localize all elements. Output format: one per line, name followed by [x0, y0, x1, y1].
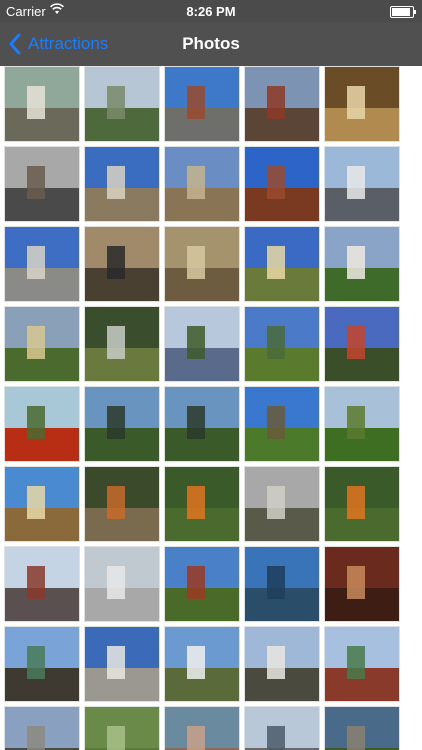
photo-thumbnail[interactable] [164, 626, 240, 702]
photo-thumbnail[interactable] [164, 386, 240, 462]
photo-thumbnail[interactable] [4, 466, 80, 542]
photo-thumbnail[interactable] [244, 626, 320, 702]
thumbnail-subject [27, 645, 45, 679]
thumbnail-subject [347, 85, 365, 119]
photo-thumbnail[interactable] [324, 66, 400, 142]
photo-thumbnail[interactable] [324, 466, 400, 542]
photo-thumbnail[interactable] [324, 386, 400, 462]
thumbnail-subject [347, 485, 365, 519]
thumbnail-subject [27, 565, 45, 599]
photo-thumbnail[interactable] [4, 66, 80, 142]
thumbnail-subject [107, 245, 125, 279]
thumbnail-subject [347, 725, 365, 750]
photo-thumbnail[interactable] [84, 706, 160, 750]
thumbnail-subject [267, 165, 285, 199]
thumbnail-subject [27, 165, 45, 199]
photo-thumbnail[interactable] [324, 546, 400, 622]
photo-thumbnail[interactable] [244, 66, 320, 142]
photo-thumbnail[interactable] [244, 386, 320, 462]
photo-grid [4, 66, 404, 750]
thumbnail-subject [347, 565, 365, 599]
navigation-bar: Attractions Photos [0, 22, 422, 66]
photo-thumbnail[interactable] [164, 466, 240, 542]
back-button-label: Attractions [28, 34, 109, 53]
thumbnail-subject [107, 725, 125, 750]
photo-thumbnail[interactable] [84, 466, 160, 542]
photo-thumbnail[interactable] [4, 626, 80, 702]
thumbnail-subject [107, 645, 125, 679]
photo-thumbnail[interactable] [324, 306, 400, 382]
thumbnail-subject [347, 245, 365, 279]
thumbnail-subject [107, 565, 125, 599]
photo-thumbnail[interactable] [84, 66, 160, 142]
thumbnail-subject [267, 565, 285, 599]
photo-thumbnail[interactable] [164, 546, 240, 622]
thumbnail-subject [267, 725, 285, 750]
photo-thumbnail[interactable] [164, 226, 240, 302]
photo-thumbnail[interactable] [84, 546, 160, 622]
status-bar: Carrier 8:26 PM [0, 0, 422, 22]
thumbnail-subject [187, 85, 205, 119]
thumbnail-subject [187, 485, 205, 519]
photo-thumbnail[interactable] [244, 466, 320, 542]
thumbnail-subject [347, 165, 365, 199]
photo-thumbnail[interactable] [84, 306, 160, 382]
thumbnail-subject [347, 645, 365, 679]
thumbnail-subject [27, 405, 45, 439]
photo-thumbnail[interactable] [164, 306, 240, 382]
photo-thumbnail[interactable] [164, 706, 240, 750]
battery-icon [390, 6, 416, 18]
photo-thumbnail[interactable] [244, 226, 320, 302]
photo-thumbnail[interactable] [84, 226, 160, 302]
photo-thumbnail[interactable] [244, 706, 320, 750]
photo-thumbnail[interactable] [324, 626, 400, 702]
thumbnail-subject [267, 325, 285, 359]
thumbnail-subject [187, 725, 205, 750]
thumbnail-subject [107, 165, 125, 199]
thumbnail-subject [107, 85, 125, 119]
photo-thumbnail[interactable] [4, 546, 80, 622]
thumbnail-subject [347, 325, 365, 359]
photo-thumbnail[interactable] [244, 306, 320, 382]
photo-thumbnail[interactable] [4, 306, 80, 382]
photo-thumbnail[interactable] [244, 146, 320, 222]
photo-thumbnail[interactable] [324, 706, 400, 750]
back-button[interactable]: Attractions [8, 22, 108, 66]
thumbnail-subject [107, 405, 125, 439]
thumbnail-subject [187, 245, 205, 279]
thumbnail-subject [27, 485, 45, 519]
thumbnail-subject [347, 405, 365, 439]
photo-thumbnail[interactable] [4, 226, 80, 302]
thumbnail-subject [267, 485, 285, 519]
thumbnail-subject [187, 165, 205, 199]
photo-thumbnail[interactable] [4, 386, 80, 462]
thumbnail-subject [187, 565, 205, 599]
thumbnail-subject [187, 405, 205, 439]
thumbnail-subject [107, 485, 125, 519]
photo-thumbnail[interactable] [324, 226, 400, 302]
photo-thumbnail[interactable] [164, 146, 240, 222]
photo-thumbnail[interactable] [84, 626, 160, 702]
photo-thumbnail[interactable] [244, 546, 320, 622]
photo-thumbnail[interactable] [324, 146, 400, 222]
chevron-left-icon [9, 33, 21, 55]
thumbnail-subject [27, 725, 45, 750]
photo-thumbnail[interactable] [4, 146, 80, 222]
thumbnail-subject [267, 245, 285, 279]
photo-thumbnail[interactable] [4, 706, 80, 750]
thumbnail-subject [27, 245, 45, 279]
photo-thumbnail[interactable] [84, 146, 160, 222]
photo-thumbnail[interactable] [164, 66, 240, 142]
thumbnail-subject [267, 645, 285, 679]
clock: 8:26 PM [186, 4, 236, 19]
thumbnail-subject [267, 405, 285, 439]
thumbnail-subject [107, 325, 125, 359]
thumbnail-subject [187, 645, 205, 679]
thumbnail-subject [27, 85, 45, 119]
thumbnail-subject [267, 85, 285, 119]
photo-thumbnail[interactable] [84, 386, 160, 462]
thumbnail-subject [187, 325, 205, 359]
thumbnail-subject [27, 325, 45, 359]
